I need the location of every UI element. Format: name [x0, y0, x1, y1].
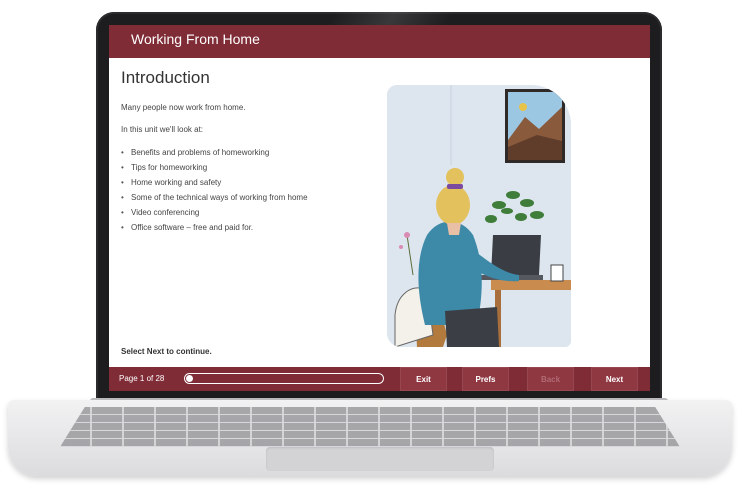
page-indicator: Page 1 of 28	[119, 374, 165, 383]
topic-item: Video conferencing	[121, 205, 308, 220]
woman-working-at-laptop-illustration	[387, 85, 571, 347]
next-instruction: Select Next to continue.	[121, 347, 212, 356]
topic-item: Tips for homeworking	[121, 160, 308, 175]
progress-fill	[186, 375, 193, 382]
topic-item: Benefits and problems of homeworking	[121, 145, 308, 160]
keyboard-rows	[60, 407, 680, 447]
prefs-button[interactable]: Prefs	[462, 367, 509, 391]
progress-bar	[184, 373, 384, 384]
course-title: Working From Home	[131, 31, 260, 47]
next-button[interactable]: Next	[591, 367, 638, 391]
navigation-bar: Page 1 of 28 Exit Prefs Back Next	[109, 367, 650, 391]
laptop-trackpad	[266, 447, 494, 471]
topic-item: Office software – free and paid for.	[121, 220, 308, 235]
back-button[interactable]: Back	[527, 367, 574, 391]
course-screen: Working From Home Introduction Many peop…	[109, 25, 650, 391]
intro-paragraph: Many people now work from home.	[121, 103, 246, 112]
title-bar: Working From Home	[109, 25, 650, 58]
unit-lead-in: In this unit we'll look at:	[121, 125, 204, 134]
topic-item: Home working and safety	[121, 175, 308, 190]
topic-list: Benefits and problems of homeworking Tip…	[121, 145, 308, 235]
topic-item: Some of the technical ways of working fr…	[121, 190, 308, 205]
page-heading: Introduction	[121, 68, 210, 87]
exit-button[interactable]: Exit	[400, 367, 447, 391]
